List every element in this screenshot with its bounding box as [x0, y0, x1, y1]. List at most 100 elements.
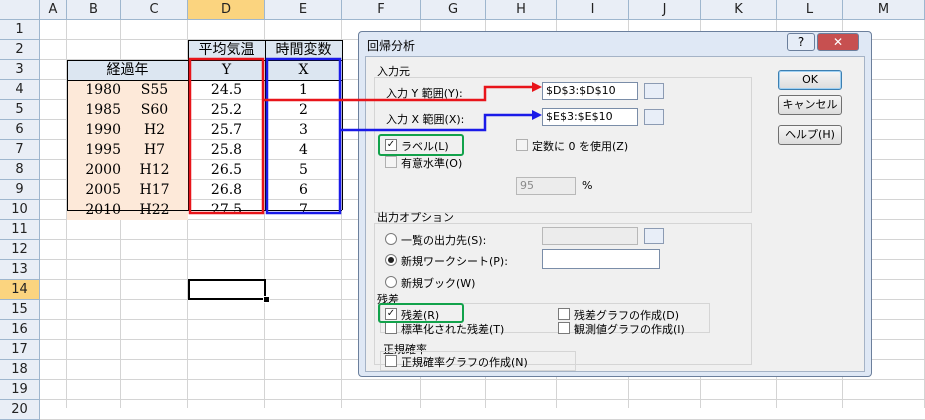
- row-header-16[interactable]: 16: [0, 320, 40, 340]
- gridline: [40, 379, 925, 380]
- row-header-17[interactable]: 17: [0, 340, 40, 360]
- temperature-cell[interactable]: 25.7: [188, 120, 265, 140]
- year-cell[interactable]: 2005: [67, 180, 121, 200]
- table-border: [67, 60, 68, 210]
- era-cell[interactable]: H12: [121, 160, 188, 180]
- active-cell[interactable]: [188, 279, 266, 300]
- year-cell[interactable]: 2000: [67, 160, 121, 180]
- row-header-14[interactable]: 14: [0, 280, 40, 300]
- normal-plots-checkbox[interactable]: [385, 355, 397, 367]
- time-cell[interactable]: 3: [265, 120, 342, 140]
- row-header-4[interactable]: 4: [0, 80, 40, 100]
- time-cell[interactable]: 1: [265, 80, 342, 100]
- fill-handle[interactable]: [263, 296, 270, 303]
- cancel-button[interactable]: キャンセル: [778, 95, 842, 115]
- row-header-6[interactable]: 6: [0, 120, 40, 140]
- help-icon[interactable]: ?: [787, 33, 815, 51]
- header-elapsed-year[interactable]: 経過年: [67, 60, 188, 80]
- time-cell[interactable]: 4: [265, 140, 342, 160]
- regression-dialog: 回帰分析 ? ✕ 入力元 入力 Y 範囲(Y): $D$3:$D$10 入力 X…: [358, 31, 872, 377]
- time-cell[interactable]: 5: [265, 160, 342, 180]
- standardized-residuals-label: 標準化された残差(T): [401, 323, 505, 336]
- dialog-body: 入力元 入力 Y 範囲(Y): $D$3:$D$10 入力 X 範囲(X): $…: [365, 56, 865, 372]
- temperature-cell[interactable]: 25.2: [188, 100, 265, 120]
- column-header-h[interactable]: H: [486, 0, 557, 20]
- era-cell[interactable]: H2: [121, 120, 188, 140]
- column-header-m[interactable]: M: [843, 0, 925, 20]
- standardized-residuals-checkbox[interactable]: [385, 322, 397, 334]
- collapse-dialog-icon[interactable]: [644, 228, 664, 244]
- constant-zero-label: 定数に 0 を使用(Z): [532, 140, 629, 153]
- confidence-label: 有意水準(O): [401, 157, 463, 170]
- collapse-dialog-icon[interactable]: [644, 109, 664, 125]
- row-header-2[interactable]: 2: [0, 40, 40, 60]
- label-y[interactable]: Y: [188, 60, 265, 80]
- input-x-label: 入力 X 範囲(X):: [386, 113, 465, 126]
- era-cell[interactable]: S55: [121, 80, 188, 100]
- percent-label: %: [582, 179, 593, 192]
- year-cell[interactable]: 1990: [67, 120, 121, 140]
- row-header-5[interactable]: 5: [0, 100, 40, 120]
- close-icon[interactable]: ✕: [817, 33, 859, 51]
- column-header-f[interactable]: F: [342, 0, 421, 20]
- column-header-i[interactable]: I: [557, 0, 629, 20]
- help-button[interactable]: ヘルプ(H): [778, 125, 842, 145]
- era-cell[interactable]: S60: [121, 100, 188, 120]
- column-header-g[interactable]: G: [421, 0, 486, 20]
- column-header-b[interactable]: B: [67, 0, 121, 20]
- column-header-c[interactable]: C: [121, 0, 188, 20]
- year-cell[interactable]: 1995: [67, 140, 121, 160]
- row-header-11[interactable]: 11: [0, 220, 40, 240]
- temperature-cell[interactable]: 25.8: [188, 140, 265, 160]
- era-cell[interactable]: H17: [121, 180, 188, 200]
- header-temperature[interactable]: 平均気温: [188, 40, 265, 60]
- confidence-checkbox[interactable]: [385, 156, 397, 168]
- column-header-j[interactable]: J: [629, 0, 701, 20]
- row-header-18[interactable]: 18: [0, 360, 40, 380]
- row-header-12[interactable]: 12: [0, 240, 40, 260]
- constant-zero-checkbox[interactable]: [516, 139, 528, 151]
- column-header-d[interactable]: D: [188, 0, 265, 20]
- year-cell[interactable]: 1985: [67, 100, 121, 120]
- row-header-8[interactable]: 8: [0, 160, 40, 180]
- new-book-label: 新規ブック(W): [401, 277, 476, 290]
- temperature-cell[interactable]: 26.5: [188, 160, 265, 180]
- column-header-k[interactable]: K: [701, 0, 777, 20]
- column-header-l[interactable]: L: [777, 0, 843, 20]
- row-header-13[interactable]: 13: [0, 260, 40, 280]
- label-x[interactable]: X: [265, 60, 342, 80]
- temperature-cell[interactable]: 26.8: [188, 180, 265, 200]
- table-border: [188, 40, 189, 210]
- temperature-cell[interactable]: 24.5: [188, 80, 265, 100]
- time-cell[interactable]: 2: [265, 100, 342, 120]
- row-header-9[interactable]: 9: [0, 180, 40, 200]
- row-header-19[interactable]: 19: [0, 380, 40, 400]
- year-cell[interactable]: 1980: [67, 80, 121, 100]
- output-range-label: 一覧の出力先(S):: [401, 234, 487, 247]
- row-header-1[interactable]: 1: [0, 20, 40, 40]
- input-y-field[interactable]: $D$3:$D$10: [542, 82, 638, 100]
- input-x-field[interactable]: $E$3:$E$10: [542, 108, 638, 126]
- time-cell[interactable]: 6: [265, 180, 342, 200]
- select-all-corner[interactable]: [0, 0, 40, 20]
- row-header-10[interactable]: 10: [0, 200, 40, 220]
- residual-plots-checkbox[interactable]: [558, 308, 570, 320]
- row-header-3[interactable]: 3: [0, 60, 40, 80]
- era-cell[interactable]: H7: [121, 140, 188, 160]
- column-header-e[interactable]: E: [265, 0, 342, 20]
- confidence-field[interactable]: 95: [516, 177, 576, 195]
- output-range-field[interactable]: [542, 227, 638, 245]
- new-book-radio[interactable]: [385, 276, 397, 288]
- input-y-label: 入力 Y 範囲(Y):: [386, 87, 463, 100]
- row-header-20[interactable]: 20: [0, 400, 40, 420]
- output-range-radio[interactable]: [385, 233, 397, 245]
- new-sheet-field[interactable]: [542, 249, 660, 269]
- collapse-dialog-icon[interactable]: [644, 83, 664, 99]
- new-sheet-radio[interactable]: [385, 254, 397, 266]
- row-header-7[interactable]: 7: [0, 140, 40, 160]
- line-fit-plots-checkbox[interactable]: [558, 322, 570, 334]
- ok-button[interactable]: OK: [778, 70, 842, 90]
- column-header-a[interactable]: A: [40, 0, 67, 20]
- header-time-variable[interactable]: 時間変数: [265, 40, 342, 60]
- row-header-15[interactable]: 15: [0, 300, 40, 320]
